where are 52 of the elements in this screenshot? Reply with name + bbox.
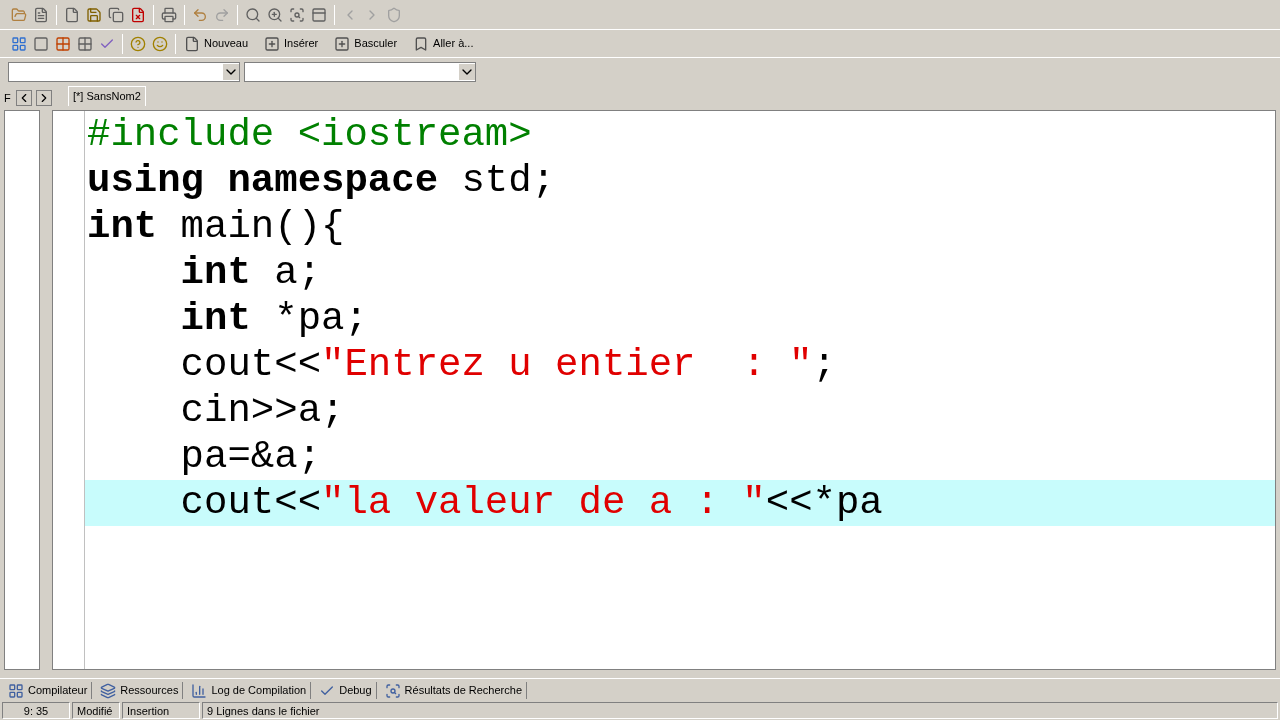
toolbar-button[interactable]: Aller à... — [409, 35, 478, 52]
grid-icon[interactable] — [77, 35, 93, 52]
copy-icon[interactable] — [108, 6, 124, 23]
document-icon[interactable] — [33, 6, 49, 23]
bar-chart-icon — [191, 682, 208, 699]
search-icon[interactable] — [289, 6, 305, 23]
plus-icon — [334, 35, 351, 52]
code-line: int a; — [179, 250, 323, 296]
file-icon — [184, 35, 200, 52]
printer-icon[interactable] — [161, 6, 177, 23]
editor-tab[interactable]: [*] SansNom2 — [68, 86, 146, 106]
code-line: #include <iostream> — [86, 112, 533, 158]
code-line: int main(){ — [86, 204, 346, 250]
status-field: Insertion — [122, 702, 200, 719]
search-icon — [384, 682, 401, 699]
code-line: pa=&a; — [179, 434, 323, 480]
folder-icon[interactable] — [11, 6, 27, 23]
status-field: 9 Lignes dans le fichier — [202, 702, 1278, 719]
search-icon[interactable] — [245, 6, 261, 23]
grid-icon — [8, 682, 24, 699]
panel-icon[interactable] — [311, 6, 327, 23]
panel-tab-label[interactable]: F — [4, 89, 12, 106]
help-icon[interactable] — [130, 35, 146, 52]
code-line: cout<<"Entrez u entier : "; — [179, 342, 837, 388]
panel-tab[interactable]: Debug — [315, 682, 377, 699]
toolbar-button[interactable]: Basculer — [330, 35, 402, 52]
panel-tab[interactable]: Compilateur — [4, 682, 93, 699]
status-field: Modifié — [72, 702, 120, 719]
scroll-right-icon[interactable] — [36, 90, 52, 106]
code-line: int *pa; — [179, 296, 369, 342]
dropdown-field[interactable] — [244, 62, 476, 82]
close-file-icon[interactable] — [130, 6, 146, 23]
scroll-left-icon[interactable] — [16, 90, 32, 106]
panel-tab[interactable]: Log de Compilation — [187, 682, 312, 699]
plus-icon — [264, 35, 281, 52]
grid-icon[interactable] — [55, 35, 71, 52]
toolbar-button[interactable]: Insérer — [260, 35, 323, 52]
search-icon[interactable] — [267, 6, 283, 23]
grid-icon[interactable] — [11, 35, 27, 52]
code-line: using namespace std; — [86, 158, 557, 204]
panel-tab[interactable]: Résultats de Recherche — [380, 682, 527, 699]
layers-icon — [100, 682, 117, 699]
panel-tab[interactable]: Ressources — [96, 682, 184, 699]
smiley-icon[interactable] — [152, 35, 168, 52]
toolbar-button[interactable]: Nouveau — [180, 35, 253, 52]
window-icon[interactable] — [33, 35, 49, 52]
status-field: 9: 35 — [2, 702, 70, 719]
save-icon[interactable] — [86, 6, 102, 23]
undo-icon[interactable] — [192, 6, 208, 23]
code-line: cin>>a; — [179, 388, 346, 434]
dropdown-field[interactable] — [8, 62, 240, 82]
file-icon[interactable] — [64, 6, 80, 23]
